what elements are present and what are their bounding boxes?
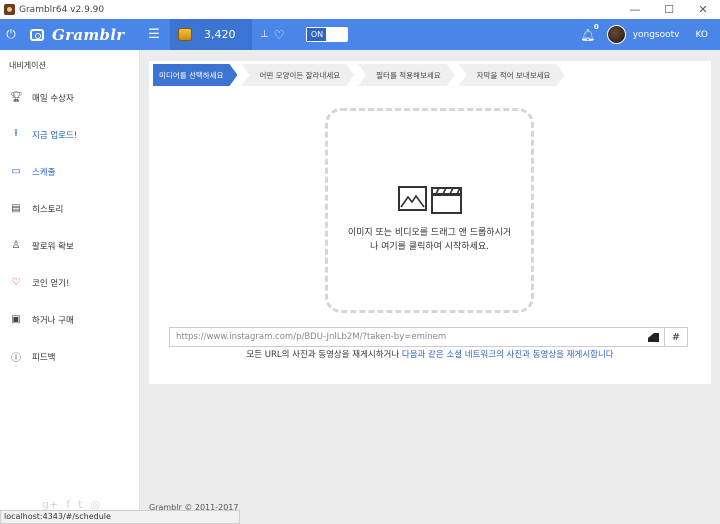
coin-balance[interactable]: 3,420 <box>170 19 252 50</box>
camera-icon <box>30 28 44 41</box>
paste-icon[interactable] <box>648 333 659 342</box>
calendar-icon: ▭ <box>11 166 21 177</box>
notifications-button[interactable]: 🔔︎ 0 <box>577 23 599 42</box>
repost-url-input[interactable]: https://www.instagram.com/p/BDU-JnlLb2M/… <box>169 327 664 347</box>
url-placeholder: https://www.instagram.com/p/BDU-JnlLb2M/… <box>176 332 447 342</box>
logo[interactable]: Gramblr <box>30 26 138 44</box>
video-clapper-icon <box>430 186 462 214</box>
step-filter[interactable]: 필터를 적용해보세요 <box>358 64 454 86</box>
sidebar-item-label: 스케줄 <box>32 167 56 178</box>
sidebar-item-upload[interactable]: ⭱ 지금 업로드! <box>0 116 139 153</box>
image-icon <box>397 185 427 211</box>
sidebar-title: 내비게이션 <box>9 61 46 70</box>
trophy-icon: 🏆︎ <box>10 92 23 103</box>
repost-hint: 모든 URL의 사진과 동영상을 재게시하거나 다음과 같은 소셜 네트워크의 … <box>149 348 711 360</box>
avatar[interactable] <box>606 25 626 44</box>
sidebar-item-label: 하거나 구매 <box>32 315 74 326</box>
toggle-label: ON <box>307 28 327 41</box>
coin-count: 3,420 <box>204 28 236 41</box>
media-dropzone[interactable]: 이미지 또는 비디오를 드래그 앤 드롭하시거나 여기를 클릭하여 시작하세요. <box>325 108 534 313</box>
sidebar-item-feedback[interactable]: ⓘ 피드백 <box>0 338 139 375</box>
social-networks-link[interactable]: 다음과 같은 소셜 네트워크의 사진과 동영상을 재게시합니다 <box>402 350 614 360</box>
notification-count: 0 <box>593 22 599 31</box>
language-selector[interactable]: KO <box>696 30 709 40</box>
close-button[interactable]: ✕ <box>686 3 720 16</box>
power-icon[interactable]: ⏻ <box>0 27 22 42</box>
upload-card: 미디어를 선택하세요 어떤 모양이든 잘라내세요 필터를 적용해보세요 자막을 … <box>149 61 711 384</box>
sidebar-item-label: 히스토리 <box>32 204 64 215</box>
auto-toggle[interactable]: ON <box>306 27 349 42</box>
user-icon: ♙ <box>11 240 21 251</box>
minimize-button[interactable]: — <box>618 3 652 16</box>
media-icons <box>397 185 462 214</box>
question-icon: ⓘ <box>11 353 21 364</box>
sidebar-item-daily-winners[interactable]: 🏆︎ 매일 수상자 <box>0 79 139 116</box>
sidebar-item-history[interactable]: ▤ 히스토리 <box>0 190 139 227</box>
sidebar-item-followers[interactable]: ♙ 팔로워 확보 <box>0 227 139 264</box>
hint-text: 모든 URL의 사진과 동영상을 재게시하거나 <box>246 350 402 360</box>
sidebar-item-schedule[interactable]: ▭ 스케줄 <box>0 153 139 190</box>
step-caption[interactable]: 자막을 적어 보내보세요 <box>459 64 565 86</box>
hashtag-button[interactable]: # <box>664 327 688 347</box>
app-icon <box>4 4 15 15</box>
coins-icon <box>178 28 192 41</box>
status-url-tooltip: localhost:4343/#/schedule <box>0 510 240 524</box>
step-crop[interactable]: 어떤 모양이든 잘라내세요 <box>241 64 354 86</box>
username[interactable]: yongsootv <box>633 30 680 40</box>
sidebar-item-earn-coins[interactable]: ♡ 코인 얻기! <box>0 264 139 301</box>
step-wizard: 미디어를 선택하세요 어떤 모양이든 잘라내세요 필터를 적용해보세요 자막을 … <box>153 64 568 86</box>
heart-icon: ♡ <box>11 277 21 288</box>
window-title: Gramblr64 v2.9.90 <box>19 4 105 15</box>
history-icon: ▤ <box>11 203 21 214</box>
maximize-button[interactable]: ☐ <box>652 3 686 16</box>
sidebar-item-label: 팔로워 확보 <box>32 241 74 252</box>
pin-icon[interactable]: ⊥ <box>260 29 269 40</box>
step-select-media[interactable]: 미디어를 선택하세요 <box>153 64 237 86</box>
sidebar-item-buy[interactable]: ▣ 하거나 구매 <box>0 301 139 338</box>
sidebar-item-label: 피드백 <box>32 352 56 363</box>
upload-icon: ⭱ <box>14 128 18 139</box>
app-header: ⏻ Gramblr ☰ 3,420 ⊥ ♡ ON 🔔︎ 0 yongsootv … <box>0 19 720 50</box>
brand-name: Gramblr <box>52 25 125 44</box>
wallet-icon: ▣ <box>11 314 21 325</box>
menu-icon[interactable]: ☰ <box>138 27 170 42</box>
url-row: https://www.instagram.com/p/BDU-JnlLb2M/… <box>169 327 688 347</box>
heart-icon[interactable]: ♡ <box>274 28 285 42</box>
sidebar: 내비게이션 🏆︎ 매일 수상자 ⭱ 지금 업로드! ▭ 스케줄 ▤ 히스토리 ♙… <box>0 50 140 524</box>
sidebar-item-label: 코인 얻기! <box>32 278 70 289</box>
dropzone-instructions: 이미지 또는 비디오를 드래그 앤 드롭하시거나 여기를 클릭하여 시작하세요. <box>347 227 512 252</box>
sidebar-item-label: 지금 업로드! <box>32 130 78 141</box>
window-titlebar: Gramblr64 v2.9.90 — ☐ ✕ <box>0 0 720 19</box>
sidebar-item-label: 매일 수상자 <box>32 93 74 104</box>
